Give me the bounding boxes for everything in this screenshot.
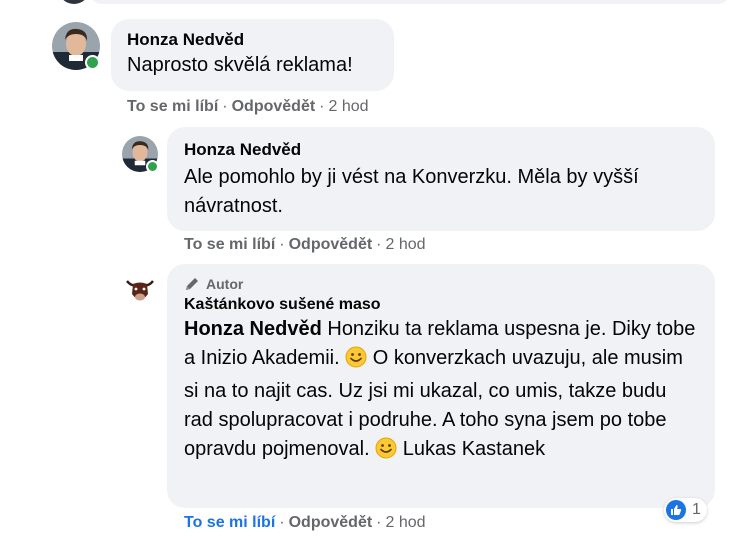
reply-link[interactable]: Odpovědět: [232, 98, 316, 115]
separator: ·: [376, 236, 382, 253]
reaction-count: 1: [692, 501, 701, 518]
online-status-dot: [146, 160, 159, 173]
comment-actions: To se mi líbí · Odpovědět · 2 hod: [184, 514, 426, 532]
avatar[interactable]: [122, 136, 159, 173]
reply-link[interactable]: Odpovědět: [289, 236, 373, 253]
reaction-summary[interactable]: 1: [664, 498, 707, 522]
avatar[interactable]: [52, 22, 100, 70]
like-reaction-icon: [666, 500, 686, 520]
separator: ·: [279, 514, 285, 531]
like-link[interactable]: To se mi líbí: [184, 514, 275, 531]
comment-bubble: Honza Nedvěd Naprosto skvělá reklama!: [111, 19, 394, 91]
reply-link[interactable]: Odpovědět: [289, 514, 373, 531]
comment-text: Honza Nedvěd Honziku ta reklama uspesna …: [184, 315, 699, 468]
smiling-face-icon: [375, 437, 397, 468]
timestamp-link[interactable]: 2 hod: [386, 236, 426, 253]
comment-bubble: Honza Nedvěd Ale pomohlo by ji vést na K…: [167, 127, 715, 231]
smiling-face-icon: [345, 346, 367, 377]
previous-comment-avatar[interactable]: [58, 0, 90, 4]
timestamp-link[interactable]: 2 hod: [386, 514, 426, 531]
comment-text: Naprosto skvělá reklama!: [127, 54, 353, 76]
author-badge: Autor: [184, 276, 699, 292]
comment-author[interactable]: Honza Nedvěd: [127, 30, 394, 50]
comment-author[interactable]: Honza Nedvěd: [184, 140, 699, 160]
author-badge-label: Autor: [206, 276, 244, 292]
separator: ·: [222, 98, 228, 115]
separator: ·: [319, 98, 325, 115]
previous-comment-bubble: [90, 0, 730, 4]
comment-text-part: Lukas Kastanek: [397, 438, 546, 460]
bull-logo-icon: [122, 272, 158, 308]
separator: ·: [279, 236, 285, 253]
pen-icon: [186, 278, 198, 290]
comment-actions: To se mi líbí · Odpovědět · 2 hod: [184, 236, 426, 254]
comment-bubble: Autor Kaštánkovo sušené maso Honza Nedvě…: [167, 264, 715, 508]
comment-text: Ale pomohlo by ji vést na Konverzku. Měl…: [184, 166, 639, 217]
comment-author[interactable]: Kaštánkovo sušené maso: [184, 296, 699, 314]
like-link[interactable]: To se mi líbí: [127, 98, 218, 115]
comment-actions: To se mi líbí · Odpovědět · 2 hod: [127, 98, 369, 116]
separator: ·: [376, 514, 382, 531]
timestamp-link[interactable]: 2 hod: [329, 98, 369, 115]
page-avatar[interactable]: [122, 272, 158, 308]
mention-link[interactable]: Honza Nedvěd: [184, 318, 322, 340]
online-status-dot: [85, 55, 100, 70]
like-link[interactable]: To se mi líbí: [184, 236, 275, 253]
